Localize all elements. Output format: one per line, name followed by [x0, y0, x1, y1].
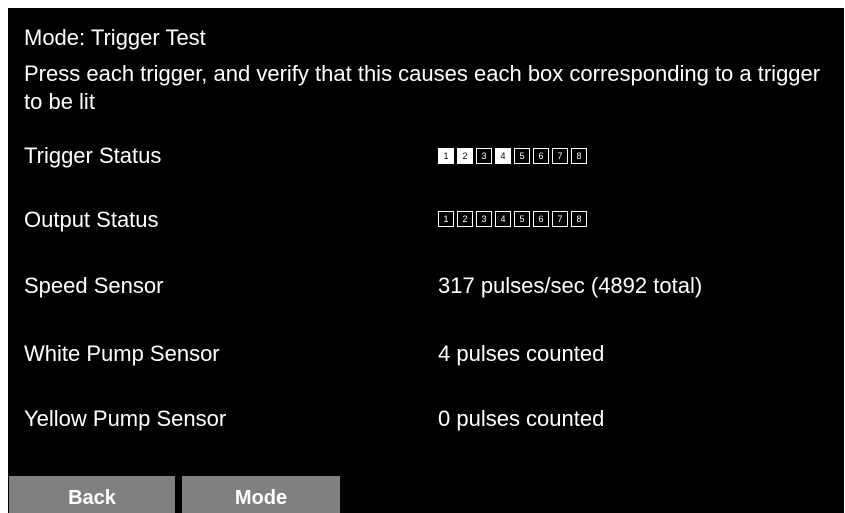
output-box-3: 3	[476, 211, 492, 227]
white-pump-sensor-value: 4 pulses counted	[438, 341, 605, 366]
instructions-text: Press each trigger, and verify that this…	[24, 61, 821, 114]
speed-sensor-value: 317 pulses/sec (4892 total)	[438, 273, 703, 298]
trigger-box-7: 7	[552, 148, 568, 164]
output-status-label: Output Status	[24, 207, 159, 232]
output-box-6: 6	[533, 211, 549, 227]
trigger-box-3: 3	[476, 148, 492, 164]
trigger-box-4: 4	[495, 148, 511, 164]
speed-sensor-label: Speed Sensor	[24, 273, 164, 298]
trigger-box-2: 2	[457, 148, 473, 164]
white-pump-sensor-label: White Pump Sensor	[24, 341, 220, 366]
device-screen: Mode: Trigger Test Press each trigger, a…	[8, 8, 844, 513]
yellow-pump-sensor-label: Yellow Pump Sensor	[24, 406, 227, 431]
trigger-box-6: 6	[533, 148, 549, 164]
mode-button[interactable]: Mode	[182, 476, 340, 513]
trigger-box-8: 8	[571, 148, 587, 164]
trigger-status-label: Trigger Status	[24, 143, 162, 168]
trigger-status-boxes: 1 2 3 4 5 6 7 8	[438, 148, 587, 164]
output-box-7: 7	[552, 211, 568, 227]
trigger-box-1: 1	[438, 148, 454, 164]
trigger-box-5: 5	[514, 148, 530, 164]
yellow-pump-sensor-value: 0 pulses counted	[438, 406, 605, 431]
output-status-boxes: 1 2 3 4 5 6 7 8	[438, 211, 587, 227]
output-box-2: 2	[457, 211, 473, 227]
output-box-5: 5	[514, 211, 530, 227]
output-box-8: 8	[571, 211, 587, 227]
output-box-1: 1	[438, 211, 454, 227]
back-button[interactable]: Back	[9, 476, 175, 513]
output-box-4: 4	[495, 211, 511, 227]
mode-title: Mode: Trigger Test	[24, 25, 206, 50]
